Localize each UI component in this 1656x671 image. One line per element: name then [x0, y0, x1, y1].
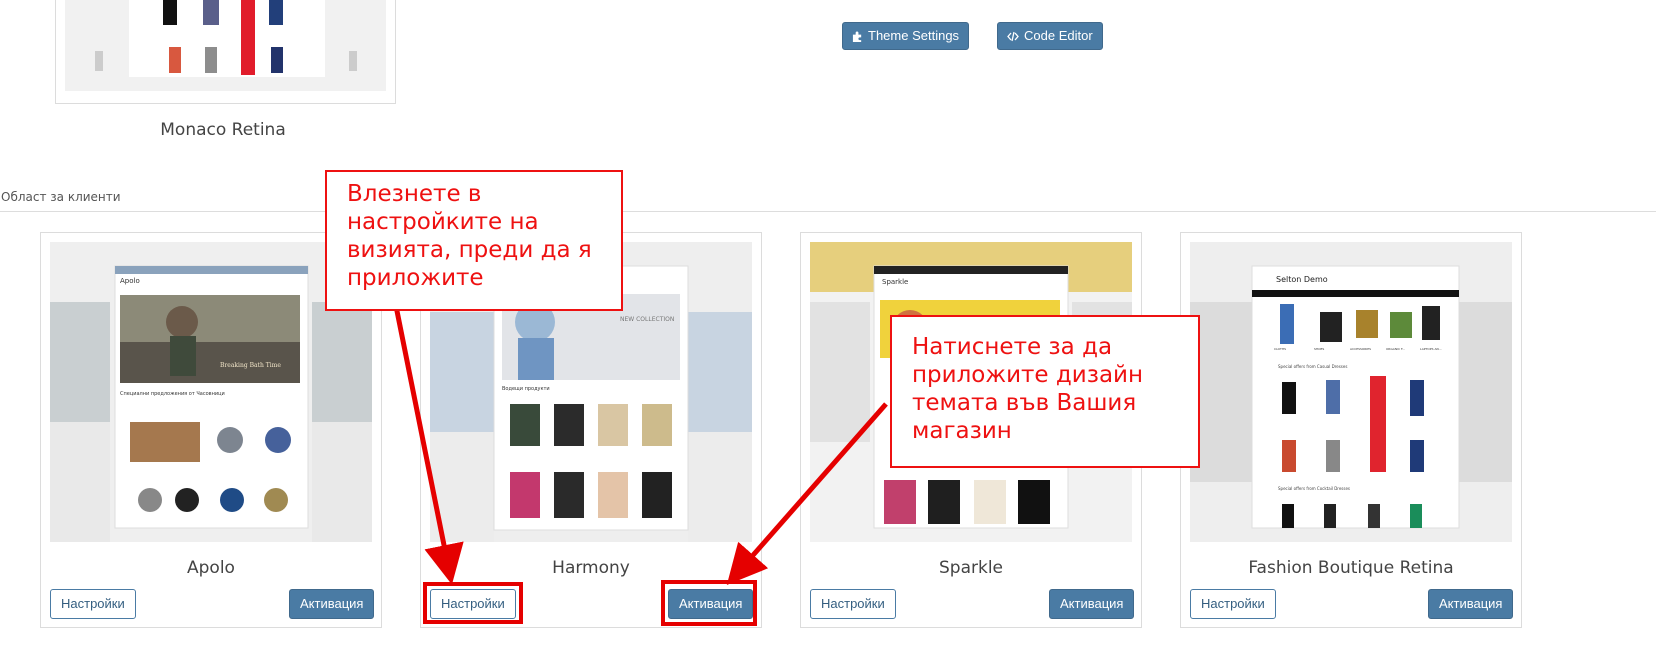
fashion-preview-image: [1190, 242, 1512, 542]
theme-name-fashion-boutique: Fashion Boutique Retina: [1248, 558, 1454, 578]
callout-activate-hint: Натиснете за да приложите дизайн темата …: [890, 315, 1200, 468]
monaco-preview-image: [65, 0, 386, 91]
theme-settings-button[interactable]: Theme Settings: [842, 22, 970, 50]
highlight-settings-harmony: [423, 582, 523, 624]
harmony-preview-banner: NEW COLLECTION: [620, 316, 675, 323]
fashion-preview-cat-4: LAPTOPS AN...: [1420, 347, 1442, 351]
fashion-preview-sub1: Special offers from Casual Dresses: [1278, 364, 1348, 369]
section-divider: [0, 211, 1656, 212]
fashion-preview-sub2: Special offers from Cocktail Dresses: [1278, 486, 1351, 491]
puzzle-icon: [852, 30, 863, 42]
theme-preview-apolo[interactable]: Apolo Breaking Bath Time Специални предл…: [50, 242, 372, 542]
theme-name-harmony: Harmony: [552, 558, 630, 578]
theme-name-sparkle: Sparkle: [938, 558, 1003, 578]
theme-card-fashion-boutique: Selton Demo CLOTHS SHOES ACCESSORIES ORG…: [1180, 232, 1522, 628]
activate-button-sparkle[interactable]: Активация: [1049, 589, 1135, 619]
theme-settings-label: Theme Settings: [868, 28, 960, 43]
settings-button-apolo[interactable]: Настройки: [50, 589, 136, 619]
fashion-preview-cat-2: ACCESSORIES: [1350, 347, 1372, 351]
fashion-preview-cat-1: SHOES: [1314, 347, 1325, 351]
callout-settings-hint: Влезнете в настройките на визията, преди…: [325, 170, 623, 311]
activate-button-apolo[interactable]: Активация: [289, 589, 375, 619]
fashion-preview-cat-3: ORGANIC F...: [1386, 347, 1406, 351]
settings-button-sparkle[interactable]: Настройки: [810, 589, 896, 619]
theme-card-monaco: [55, 0, 396, 104]
settings-button-fashion-boutique[interactable]: Настройки: [1190, 589, 1276, 619]
code-icon: [1007, 31, 1019, 42]
fashion-preview-logo: Selton Demo: [1276, 275, 1328, 284]
highlight-activate-harmony: [661, 580, 757, 626]
theme-preview-monaco[interactable]: [65, 0, 386, 91]
sparkle-preview-logo: Sparkle: [882, 278, 909, 286]
theme-name-apolo: Apolo: [187, 558, 235, 578]
apolo-preview-subtitle: Специални предложения от Часовници: [120, 391, 225, 397]
code-editor-label: Code Editor: [1024, 28, 1093, 43]
section-label: Област за клиенти: [1, 190, 121, 204]
code-editor-button[interactable]: Code Editor: [997, 22, 1103, 50]
apolo-preview-banner: Breaking Bath Time: [220, 362, 281, 369]
theme-name-monaco: Monaco Retina: [160, 120, 286, 140]
apolo-preview-logo: Apolo: [120, 277, 140, 285]
activate-button-fashion-boutique[interactable]: Активация: [1428, 589, 1514, 619]
harmony-preview-subtitle: Водещи продукти: [502, 386, 550, 392]
fashion-preview-cat-0: CLOTHS: [1274, 347, 1287, 351]
theme-preview-fashion-boutique[interactable]: Selton Demo CLOTHS SHOES ACCESSORIES ORG…: [1190, 242, 1512, 542]
